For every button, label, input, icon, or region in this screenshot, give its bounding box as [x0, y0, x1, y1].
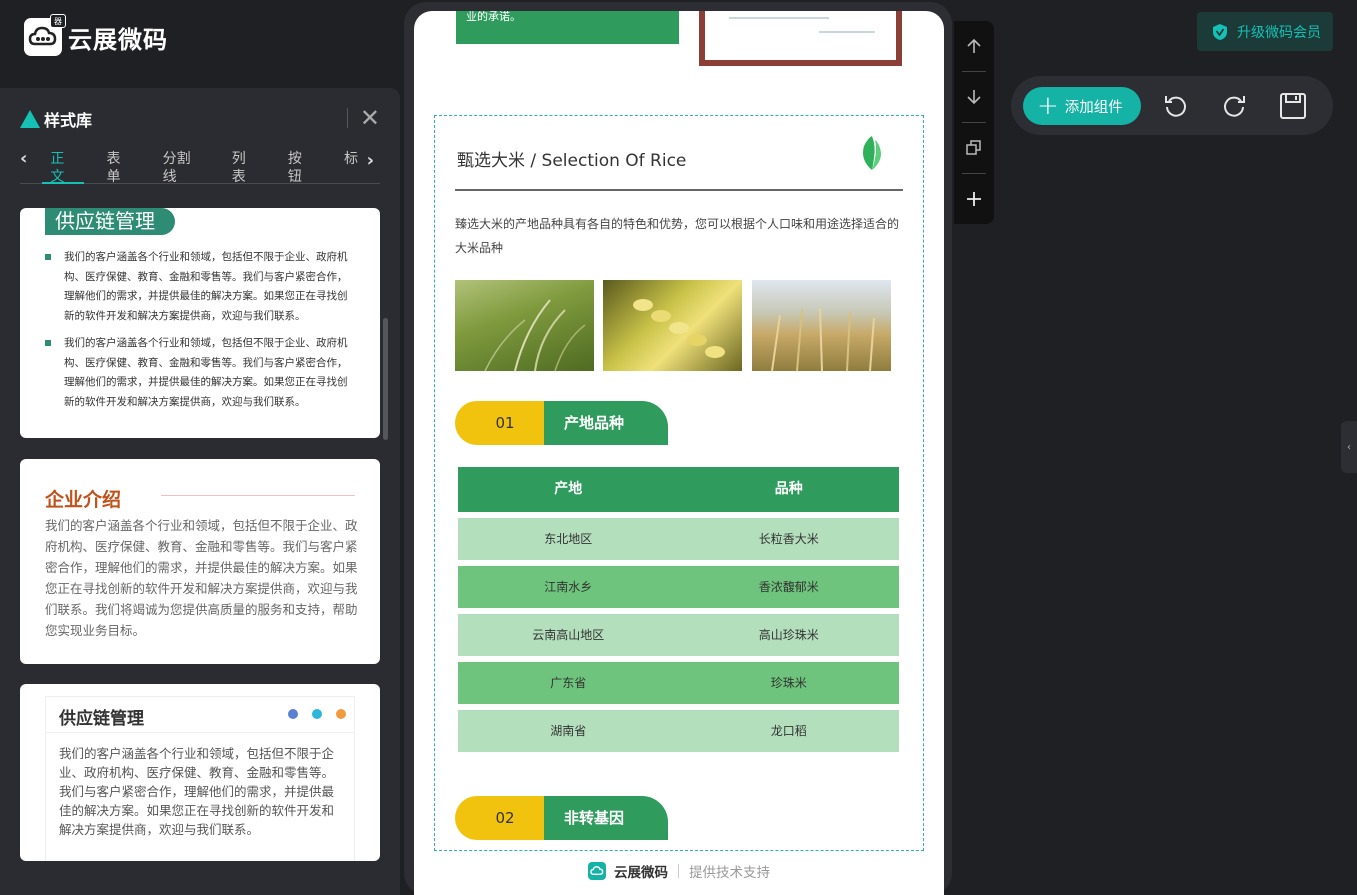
pill-number: 02 — [455, 796, 555, 840]
card-heading: 企业介绍 — [45, 489, 122, 511]
pill-label: 产地品种 — [544, 401, 668, 445]
logo-badge: 器 — [50, 14, 66, 28]
footer-brand: 云展微码 — [614, 865, 668, 881]
table-cell: 广东省 — [550, 676, 587, 690]
tab-form[interactable]: 表单 — [98, 150, 140, 185]
pill-number: 01 — [455, 401, 555, 445]
section-title: 甄选大米 / Selection Of Rice — [457, 151, 687, 171]
tab-list[interactable]: 列表 — [224, 150, 266, 185]
card-heading: 供应链管理 — [45, 208, 175, 235]
tab-body-text[interactable]: 正文 — [42, 150, 85, 185]
dot-orange — [336, 709, 346, 719]
upgrade-label: 升级微码会员 — [1237, 24, 1321, 41]
selected-component[interactable]: 甄选大米 / Selection Of Rice 臻选大米的产地品种具有各自的特… — [434, 115, 924, 851]
style-tabs: ‹ 正文 表单 分割线 列表 按钮 标 › — [20, 150, 380, 185]
table-header: 产地 品种 — [458, 467, 899, 512]
tab-button[interactable]: 按钮 — [280, 150, 322, 185]
header-divider — [347, 108, 348, 128]
table-cell: 云南高山地区 — [532, 628, 605, 642]
dot-cyan — [312, 709, 322, 719]
undo-icon[interactable] — [1162, 92, 1190, 120]
section-description: 臻选大米的产地品种具有各自的特色和优势，您可以根据个人口味和用途选择适合的大米品… — [455, 217, 900, 255]
table-cell: 东北地区 — [544, 532, 593, 546]
card-frame: 供应链管理 我们的客户涵盖各个行业和领域，包括但不限于企业、政府机构、医疗保健、… — [45, 696, 355, 861]
panel-scrollbar[interactable] — [383, 318, 388, 440]
redo-icon[interactable] — [1220, 92, 1248, 120]
list-item: 我们的客户涵盖各个行业和领域，包括但不限于企业、政府机构、医疗保健、教育、金融和… — [45, 248, 355, 326]
move-up-icon[interactable] — [954, 21, 994, 71]
close-icon[interactable]: ✕ — [360, 106, 380, 130]
plus-icon: + — [1037, 91, 1059, 121]
table-cell: 江南水乡 — [544, 580, 593, 594]
chevron-right-icon[interactable]: › — [367, 150, 374, 171]
tab-divider[interactable]: 分割线 — [155, 150, 210, 185]
footer-note: 提供技术支持 — [689, 865, 770, 881]
tab-title[interactable]: 标 — [336, 150, 366, 184]
card-divider — [46, 732, 354, 733]
table-row: 云南高山地区 高山珍珠米 — [458, 614, 899, 656]
table-row: 江南水乡 香浓馥郁米 — [458, 566, 899, 608]
cloud-icon — [588, 862, 606, 880]
tech-support-footer: 云展微码 提供技术支持 — [414, 859, 944, 883]
style-library-header: 样式库 ✕ — [20, 106, 380, 130]
footer-divider — [678, 864, 679, 878]
chevron-left-icon: ‹ — [1347, 441, 1351, 453]
table-cell: 长粒香大米 — [758, 532, 819, 546]
app-logo: 器 云展微码 — [24, 14, 168, 56]
header-variety: 品种 — [774, 481, 803, 497]
style-library-title: 样式库 — [44, 111, 93, 130]
table-cell: 高山珍珠米 — [758, 628, 819, 642]
top-picture-frame[interactable] — [699, 11, 902, 66]
table-row: 东北地区 长粒香大米 — [458, 518, 899, 560]
add-icon[interactable] — [954, 174, 994, 224]
component-toolbar — [954, 21, 994, 224]
chevron-left-icon[interactable]: ‹ — [20, 150, 42, 168]
triangle-icon — [20, 110, 40, 128]
table-cell: 湖南省 — [550, 724, 587, 738]
vip-shield-icon — [1213, 23, 1227, 40]
heading-rule — [161, 495, 355, 496]
table-cell: 珍珠米 — [770, 676, 807, 690]
section-pill-01[interactable]: 01 产地品种 — [455, 401, 668, 445]
pill-label: 非转基因 — [544, 796, 668, 840]
style-library-panel: 样式库 ✕ ‹ 正文 表单 分割线 列表 按钮 标 › 供应链管理 我们的客户涵… — [0, 88, 400, 895]
save-icon[interactable] — [1279, 92, 1307, 120]
style-card-supply-chain-box[interactable]: 供应链管理 我们的客户涵盖各个行业和领域，包括但不限于企业、政府机构、医疗保健、… — [20, 684, 380, 861]
frame-inner — [705, 11, 896, 60]
leaf-icon — [863, 136, 881, 170]
table-row: 湖南省 龙口稻 — [458, 710, 899, 752]
collapse-right-panel-tab[interactable]: ‹ — [1341, 421, 1357, 473]
card-text: 我们的客户涵盖各个行业和领域，包括但不限于企业、政府机构、医疗保健、教育、金融和… — [59, 746, 335, 837]
style-card-supply-chain-list[interactable]: 供应链管理 我们的客户涵盖各个行业和领域，包括但不限于企业、政府机构、医疗保健、… — [20, 208, 380, 438]
card-text: 我们的客户涵盖各个行业和领域，包括但不限于企业、政府机构、医疗保健、教育、金融和… — [45, 518, 358, 638]
header-origin: 产地 — [554, 481, 583, 497]
wheat-field-photo[interactable] — [752, 280, 891, 371]
table-cell: 香浓馥郁米 — [758, 580, 819, 594]
rice-variety-table[interactable]: 产地 品种 东北地区 长粒香大米 江南水乡 香浓馥郁米 云南高山地区 高山珍珠米… — [458, 467, 899, 758]
wheat-ear-photo[interactable] — [603, 280, 742, 371]
style-card-company-intro[interactable]: 企业介绍 我们的客户涵盖各个行业和领域，包括但不限于企业、政府机构、医疗保健、教… — [20, 459, 380, 664]
list-item: 我们的客户涵盖各个行业和领域，包括但不限于企业、政府机构、医疗保健、教育、金融和… — [45, 334, 355, 412]
section-pill-02[interactable]: 02 非转基因 — [455, 796, 668, 840]
editor-action-bar: + 添加组件 — [1011, 76, 1333, 135]
top-text-block[interactable]: 业的承诺。 — [456, 11, 679, 44]
add-component-button[interactable]: + 添加组件 — [1023, 87, 1141, 125]
bullet-list: 我们的客户涵盖各个行业和领域，包括但不限于企业、政府机构、医疗保健、教育、金融和… — [45, 248, 355, 420]
section-rule — [455, 189, 903, 191]
color-dots — [288, 709, 346, 719]
upgrade-membership-button[interactable]: 升级微码会员 — [1197, 12, 1333, 51]
logo-mark: 器 — [24, 14, 66, 56]
phone-preview: 业的承诺。 甄选大米 / Selection Of Rice 臻选大米的产地品种… — [414, 11, 944, 895]
duplicate-icon[interactable] — [954, 123, 994, 173]
brand-name: 云展微码 — [68, 25, 168, 54]
add-component-label: 添加组件 — [1064, 99, 1123, 116]
table-row: 广东省 珍珠米 — [458, 662, 899, 704]
rice-field-photo[interactable] — [455, 280, 594, 371]
card-heading: 供应链管理 — [59, 709, 144, 729]
dot-blue — [288, 709, 298, 719]
table-cell: 龙口稻 — [770, 724, 807, 738]
move-down-icon[interactable] — [954, 72, 994, 122]
